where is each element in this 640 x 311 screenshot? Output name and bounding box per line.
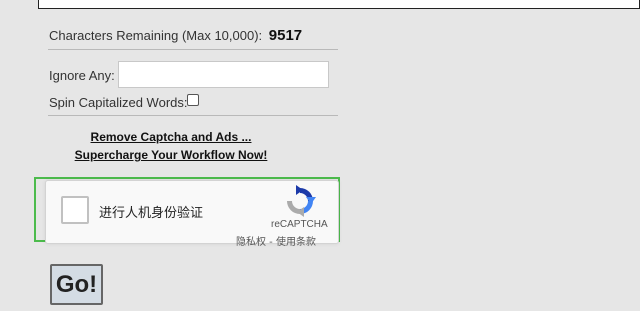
ignore-any-input[interactable] bbox=[118, 61, 329, 88]
spin-capitalized-checkbox[interactable] bbox=[187, 94, 199, 106]
spinner-form: Characters Remaining (Max 10,000): 9517 … bbox=[0, 0, 640, 311]
recaptcha-brand-text: reCAPTCHA bbox=[271, 219, 328, 230]
spin-capitalized-label: Spin Capitalized Words: bbox=[49, 95, 188, 110]
go-button[interactable]: Go! bbox=[50, 264, 103, 305]
recaptcha-checkbox[interactable] bbox=[61, 196, 89, 224]
characters-remaining-count: 9517 bbox=[268, 27, 303, 44]
remove-captcha-link[interactable]: Remove Captcha and Ads ... bbox=[58, 128, 284, 146]
ignore-any-label: Ignore Any: bbox=[49, 68, 115, 83]
recaptcha-terms-link[interactable]: 使用条款 bbox=[276, 237, 316, 248]
divider bbox=[48, 115, 338, 116]
recaptcha-privacy-link[interactable]: 隐私权 bbox=[236, 237, 266, 248]
recaptcha-links: 隐私权 - 使用条款 bbox=[236, 233, 316, 248]
recaptcha-label: 进行人机身份验证 bbox=[99, 206, 204, 221]
characters-remaining-label: Characters Remaining (Max 10,000): bbox=[49, 28, 263, 43]
divider bbox=[48, 49, 338, 50]
characters-remaining: Characters Remaining (Max 10,000): 9517 bbox=[49, 27, 302, 44]
recaptcha-link-separator: - bbox=[266, 237, 276, 248]
recaptcha-logo-icon bbox=[287, 185, 316, 217]
promo-link-block: Remove Captcha and Ads ... Supercharge Y… bbox=[58, 128, 284, 164]
supercharge-workflow-link[interactable]: Supercharge Your Workflow Now! bbox=[58, 146, 284, 164]
article-textarea[interactable] bbox=[38, 0, 640, 9]
